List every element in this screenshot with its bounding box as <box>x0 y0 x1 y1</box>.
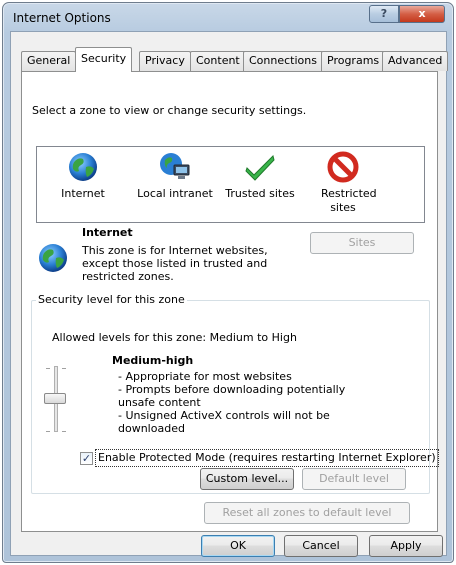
checkmark-icon: ✓ <box>81 452 92 465</box>
security-level-slider-thumb[interactable] <box>44 393 66 404</box>
close-button[interactable]: x <box>399 5 445 23</box>
help-button[interactable]: ? <box>369 5 399 23</box>
globe-icon <box>69 153 97 181</box>
level-detail-item: - Prompts before downloading potentially… <box>118 383 346 409</box>
apply-button[interactable]: Apply <box>369 535 443 557</box>
tab-programs[interactable]: Programs <box>321 51 386 71</box>
prohibited-icon <box>327 151 359 183</box>
window-title: Internet Options <box>13 11 111 25</box>
sites-button[interactable]: Sites <box>310 232 414 254</box>
dialog-client: General Security Privacy Content Connect… <box>10 31 449 557</box>
zone-info-description: This zone is for Internet websites, exce… <box>82 244 268 283</box>
security-level-name: Medium-high <box>112 354 194 367</box>
selected-zone-globe-icon <box>39 244 67 272</box>
zone-info-title: Internet <box>82 226 133 239</box>
cancel-button[interactable]: Cancel <box>284 535 358 557</box>
level-detail-item: - Unsigned ActiveX controls will not be … <box>118 409 330 435</box>
tab-privacy[interactable]: Privacy <box>139 51 191 71</box>
zone-label-local-intranet: Local intranet <box>137 187 213 200</box>
slider-tick <box>62 368 66 369</box>
zone-label-internet: Internet <box>61 187 105 200</box>
title-bar[interactable]: Internet Options ? x <box>3 3 453 31</box>
default-level-button[interactable]: Default level <box>302 468 406 490</box>
reset-all-zones-button[interactable]: Reset all zones to default level <box>204 502 410 524</box>
slider-tick <box>62 431 66 432</box>
tab-security[interactable]: Security <box>75 47 133 72</box>
security-tab-panel: Select a zone to view or change security… <box>21 71 439 532</box>
zone-list: Internet Local intranet Trusted sites Re… <box>36 146 425 223</box>
tab-general[interactable]: General <box>21 51 77 71</box>
ok-button[interactable]: OK <box>201 535 275 557</box>
custom-level-button[interactable]: Custom level... <box>200 468 294 490</box>
zone-instruction: Select a zone to view or change security… <box>32 104 307 117</box>
slider-tick <box>46 431 50 432</box>
security-level-group-title: Security level for this zone <box>36 293 187 306</box>
protected-mode-checkbox[interactable]: ✓ <box>80 452 93 465</box>
protected-mode-label[interactable]: Enable Protected Mode (requires restarti… <box>95 449 439 467</box>
slider-tick <box>46 368 50 369</box>
zone-label-restricted-sites: Restricted sites <box>321 187 377 214</box>
level-detail-item: - Appropriate for most websites <box>118 370 292 383</box>
zone-label-trusted-sites: Trusted sites <box>225 187 295 200</box>
tab-content[interactable]: Content <box>190 51 246 71</box>
allowed-levels-text: Allowed levels for this zone: Medium to … <box>52 331 297 344</box>
intranet-icon <box>160 153 190 179</box>
security-level-details: - Appropriate for most websites - Prompt… <box>112 370 382 435</box>
internet-options-window: Internet Options ? x General Security Pr… <box>2 2 454 563</box>
tab-connections[interactable]: Connections <box>243 51 323 71</box>
tab-advanced[interactable]: Advanced <box>382 51 449 71</box>
checkmark-icon <box>245 155 275 181</box>
